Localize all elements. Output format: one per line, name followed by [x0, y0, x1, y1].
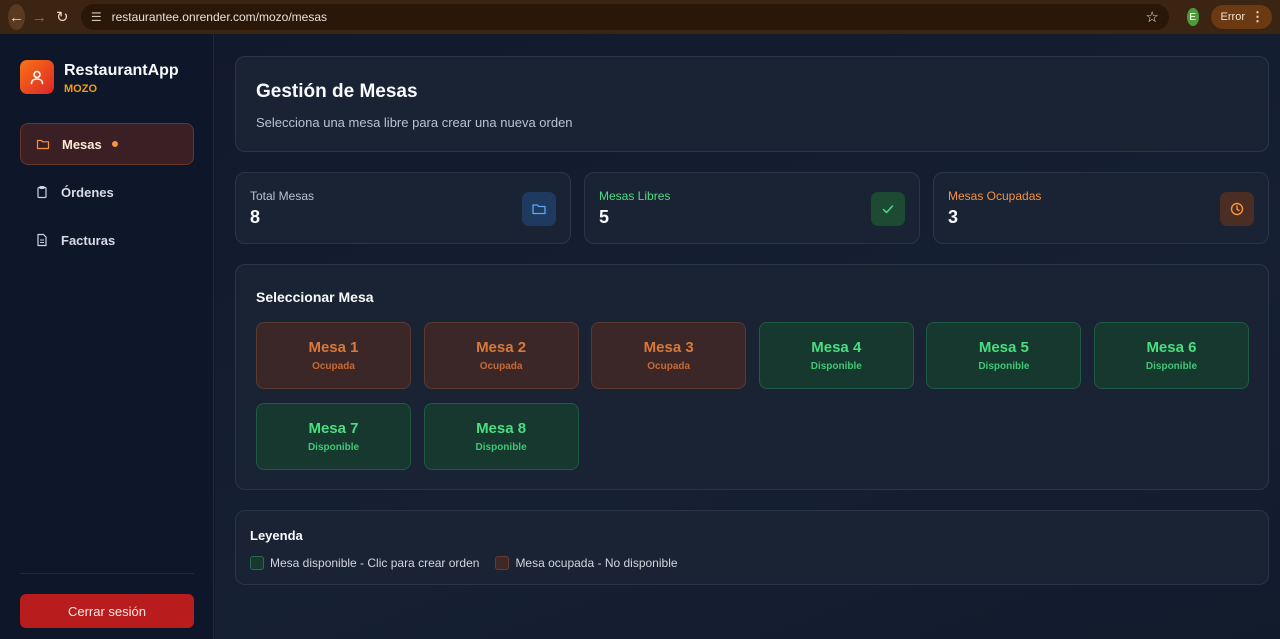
page-header-card: Gestión de Mesas Selecciona una mesa lib… — [235, 56, 1269, 152]
table-status: Disponible — [307, 442, 360, 453]
sidebar-item-facturas[interactable]: Facturas — [20, 219, 194, 261]
table-status: Disponible — [475, 442, 527, 453]
stat-value: 3 — [948, 207, 959, 227]
stat-value: 8 — [250, 207, 261, 227]
stat-card-ocupadas: Mesas Ocupadas 3 — [933, 172, 1269, 244]
site-settings-icon[interactable]: ☰ — [91, 10, 102, 24]
url-text[interactable]: restaurantee.onrender.com/mozo/mesas — [112, 10, 327, 24]
table-name: Mesa 8 — [476, 420, 527, 437]
table-card-7[interactable]: Mesa 7 Disponible — [256, 403, 411, 470]
stat-card-total: Total Mesas 8 — [235, 172, 571, 244]
table-name: Mesa 4 — [811, 339, 862, 356]
clock-icon — [1220, 192, 1254, 226]
back-arrow-icon[interactable]: ← — [8, 4, 25, 30]
table-grid: Mesa 1 Ocupada Mesa 2 Ocupada Mesa 3 Ocu… — [256, 322, 1250, 470]
stat-card-libres: Mesas Libres 5 — [584, 172, 920, 244]
legend-swatch-busy — [495, 556, 510, 570]
user-logo-icon — [20, 60, 54, 94]
page-title: Gestión de Mesas — [256, 81, 418, 102]
table-card-3[interactable]: Mesa 3 Ocupada — [591, 322, 747, 389]
profile-avatar[interactable]: E — [1186, 8, 1199, 26]
folder-icon — [522, 192, 556, 226]
sidebar-item-mesas[interactable]: Mesas — [20, 123, 194, 165]
legend-swatch-free — [250, 556, 264, 570]
sidebar-item-ordenes[interactable]: Órdenes — [20, 171, 194, 213]
table-name: Mesa 3 — [643, 339, 694, 356]
table-status: Ocupada — [647, 361, 691, 372]
user-role: MOZO — [64, 83, 97, 95]
table-status: Ocupada — [479, 361, 523, 372]
table-status: Ocupada — [312, 361, 355, 372]
table-name: Mesa 5 — [978, 339, 1029, 356]
active-indicator-dot — [111, 141, 118, 147]
check-icon — [871, 192, 905, 226]
table-name: Mesa 2 — [476, 339, 527, 356]
legend-busy-label: Mesa ocupada - No disponible — [515, 556, 678, 570]
app-name: RestaurantApp — [64, 62, 179, 79]
folder-icon — [36, 137, 50, 151]
table-status: Disponible — [810, 361, 862, 372]
address-bar[interactable]: ☰ restaurantee.onrender.com/mozo/mesas ☆ — [80, 4, 1169, 30]
error-pill[interactable]: Error ⋮ — [1210, 5, 1272, 29]
table-card-1[interactable]: Mesa 1 Ocupada — [256, 322, 411, 389]
sidebar: RestaurantApp MOZO Mesas Órdenes Factura… — [0, 34, 214, 639]
sidebar-item-label: Mesas — [62, 136, 102, 152]
more-menu-icon[interactable]: ⋮ — [1251, 9, 1264, 25]
brand: RestaurantApp MOZO — [20, 60, 179, 95]
legend-row: Mesa disponible - Clic para crear orden … — [250, 556, 678, 570]
stat-label: Mesas Libres — [599, 189, 671, 203]
sidebar-nav: Mesas Órdenes Facturas — [20, 123, 194, 267]
sidebar-item-label: Facturas — [61, 232, 116, 248]
table-status: Disponible — [978, 361, 1030, 372]
logout-button[interactable]: Cerrar sesión — [20, 594, 194, 628]
stat-value: 5 — [599, 207, 610, 227]
page-subtitle: Selecciona una mesa libre para crear una… — [256, 115, 573, 130]
document-icon — [35, 233, 49, 247]
bookmark-star-icon[interactable]: ☆ — [1145, 8, 1158, 26]
table-card-2[interactable]: Mesa 2 Ocupada — [423, 322, 579, 389]
stat-label: Total Mesas — [250, 189, 315, 203]
forward-arrow-icon[interactable]: → — [31, 4, 48, 30]
sidebar-item-label: Órdenes — [61, 184, 114, 200]
section-title: Seleccionar Mesa — [256, 289, 374, 305]
browser-toolbar: ← → ↻ ☰ restaurantee.onrender.com/mozo/m… — [0, 0, 1280, 34]
table-selection-card: Seleccionar Mesa Mesa 1 Ocupada Mesa 2 O… — [235, 264, 1269, 490]
sidebar-divider — [20, 573, 194, 574]
table-name: Mesa 6 — [1146, 339, 1197, 356]
stat-label: Mesas Ocupadas — [948, 189, 1042, 203]
table-name: Mesa 1 — [308, 339, 359, 356]
legend-free-label: Mesa disponible - Clic para crear orden — [270, 556, 480, 570]
clipboard-icon — [35, 185, 49, 199]
main-content: Gestión de Mesas Selecciona una mesa lib… — [215, 34, 1280, 639]
table-card-5[interactable]: Mesa 5 Disponible — [926, 322, 1082, 389]
table-name: Mesa 7 — [308, 420, 359, 437]
table-card-8[interactable]: Mesa 8 Disponible — [423, 403, 579, 470]
legend-title: Leyenda — [250, 528, 303, 543]
reload-icon[interactable]: ↻ — [54, 4, 71, 30]
table-card-4[interactable]: Mesa 4 Disponible — [758, 322, 914, 389]
table-status: Disponible — [1145, 361, 1198, 372]
table-card-6[interactable]: Mesa 6 Disponible — [1093, 322, 1249, 389]
legend-card: Leyenda Mesa disponible - Clic para crea… — [235, 510, 1269, 585]
error-label: Error — [1220, 11, 1245, 23]
